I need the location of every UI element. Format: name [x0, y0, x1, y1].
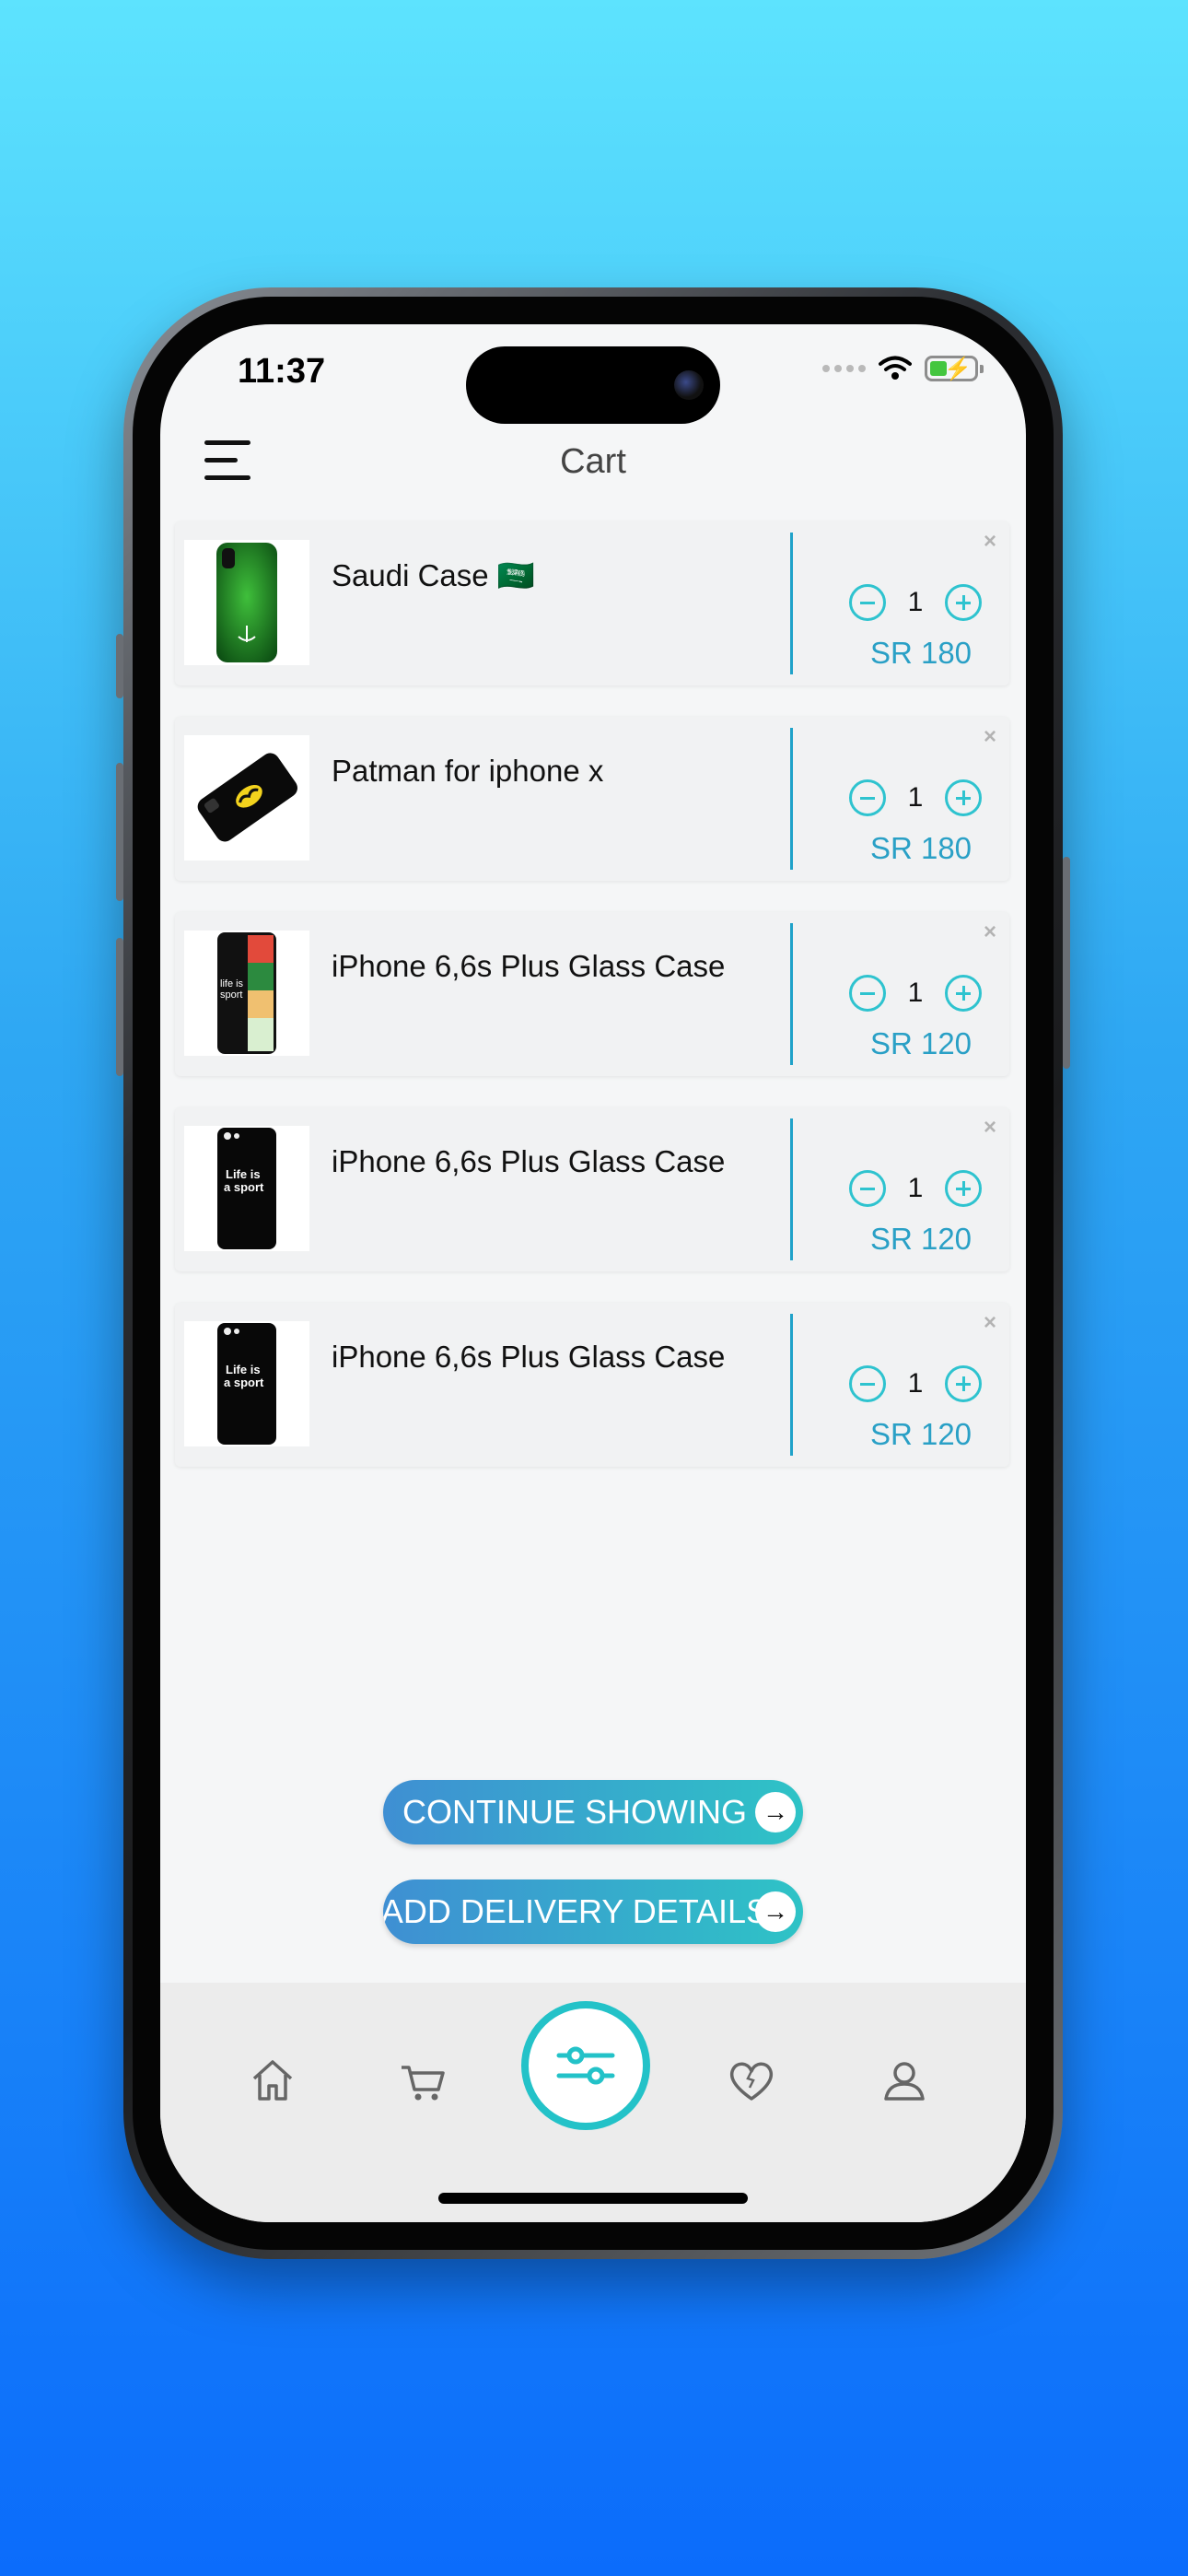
continue-showing-label: CONTINUE SHOWING: [402, 1793, 747, 1831]
svg-text:sport: sport: [220, 989, 242, 1001]
item-divider: [790, 1118, 793, 1260]
svg-text:a sport: a sport: [224, 1376, 264, 1389]
quantity-stepper: 1: [849, 1170, 982, 1207]
arrow-right-icon: →: [755, 1792, 796, 1832]
quantity-value: 1: [907, 978, 924, 1008]
cart-item[interactable]: Saudi Case 🇸🇦 × 1 SR 180: [175, 521, 1009, 685]
product-image: life is sport: [184, 931, 309, 1056]
quantity-stepper: 1: [849, 584, 982, 621]
page-title: Cart: [560, 442, 626, 481]
svg-text:life is: life is: [220, 978, 244, 989]
decrease-quantity-button[interactable]: [849, 975, 886, 1012]
tab-profile[interactable]: [877, 2053, 932, 2108]
battery-icon: ⚡: [925, 356, 984, 381]
remove-item-button[interactable]: ×: [984, 529, 996, 555]
tab-filter[interactable]: [521, 2001, 650, 2130]
tab-favorites[interactable]: [724, 2053, 779, 2108]
filter-icon: [556, 2046, 615, 2085]
quantity-value: 1: [907, 1173, 924, 1203]
volume-up-button: [116, 763, 123, 901]
product-name: Saudi Case 🇸🇦: [332, 558, 535, 592]
life-is-a-sport-case-icon: Life is a sport: [217, 1128, 276, 1249]
cart-list: Saudi Case 🇸🇦 × 1 SR 180 Patman for ipho…: [175, 521, 1009, 1498]
batman-phone-case-icon: [197, 753, 297, 842]
quantity-value: 1: [907, 587, 924, 617]
increase-quantity-button[interactable]: [945, 1365, 982, 1402]
camera-icon: [674, 370, 704, 400]
heart-icon: [729, 2062, 774, 2101]
product-image: Life is a sport: [184, 1126, 309, 1251]
bottom-tab-bar: [160, 1983, 1026, 2222]
home-icon: [252, 2060, 293, 2101]
quantity-stepper: 1: [849, 779, 982, 816]
product-image: [184, 540, 309, 665]
product-image: Life is a sport: [184, 1321, 309, 1446]
life-is-a-sport-case-icon: Life is a sport: [217, 1323, 276, 1445]
add-delivery-details-button[interactable]: ADD DELIVERY DETAILS →: [383, 1879, 803, 1944]
remove-item-button[interactable]: ×: [984, 919, 996, 945]
item-price: SR 180: [869, 831, 973, 865]
decrease-quantity-button[interactable]: [849, 1170, 886, 1207]
quantity-stepper: 1: [849, 975, 982, 1012]
product-name: iPhone 6,6s Plus Glass Case: [332, 949, 726, 983]
decrease-quantity-button[interactable]: [849, 584, 886, 621]
item-price: SR 120: [869, 1417, 973, 1451]
action-button: [116, 634, 123, 698]
profile-icon: [884, 2062, 925, 2101]
item-price: SR 120: [869, 1222, 973, 1256]
add-delivery-details-label: ADD DELIVERY DETAILS: [383, 1892, 769, 1930]
quantity-value: 1: [907, 1368, 924, 1399]
cart-item[interactable]: Life is a sport iPhone 6,6s Plus Glass C…: [175, 1107, 1009, 1271]
product-name: iPhone 6,6s Plus Glass Case: [332, 1144, 726, 1178]
item-price: SR 120: [869, 1026, 973, 1060]
increase-quantity-button[interactable]: [945, 779, 982, 816]
status-indicators: ⚡: [822, 356, 984, 381]
dynamic-island: [466, 346, 720, 424]
item-divider: [790, 533, 793, 674]
green-phone-case-icon: [216, 543, 277, 662]
svg-text:a sport: a sport: [224, 1180, 264, 1194]
item-divider: [790, 923, 793, 1065]
product-image: [184, 735, 309, 861]
remove-item-button[interactable]: ×: [984, 1310, 996, 1336]
svg-text:Life is: Life is: [226, 1167, 261, 1181]
increase-quantity-button[interactable]: [945, 975, 982, 1012]
tab-cart[interactable]: [396, 2053, 451, 2108]
cart-item[interactable]: Life is a sport iPhone 6,6s Plus Glass C…: [175, 1303, 1009, 1467]
remove-item-button[interactable]: ×: [984, 1115, 996, 1141]
cart-item[interactable]: life is sport iPhone 6,6s Plus Glass Cas…: [175, 912, 1009, 1076]
home-indicator: [438, 2193, 748, 2204]
tab-home[interactable]: [245, 2053, 300, 2108]
status-time: 11:37: [238, 352, 326, 391]
increase-quantity-button[interactable]: [945, 584, 982, 621]
collage-phone-case-icon: life is sport: [217, 932, 276, 1054]
product-name: Patman for iphone x: [332, 754, 604, 788]
power-button: [1063, 857, 1070, 1069]
item-price: SR 180: [869, 636, 973, 670]
cart-item[interactable]: Patman for iphone x × 1 SR 180: [175, 717, 1009, 881]
decrease-quantity-button[interactable]: [849, 779, 886, 816]
item-divider: [790, 728, 793, 870]
decrease-quantity-button[interactable]: [849, 1365, 886, 1402]
item-divider: [790, 1314, 793, 1456]
volume-down-button: [116, 938, 123, 1076]
product-name: iPhone 6,6s Plus Glass Case: [332, 1340, 726, 1374]
svg-text:Life is: Life is: [226, 1363, 261, 1376]
app-screen: 11:37 ⚡ Cart Saudi Case 🇸🇦 × 1 SR 180 Pa…: [160, 324, 1026, 2222]
arrow-right-icon: →: [755, 1891, 796, 1932]
wifi-icon: [879, 356, 912, 380]
signal-icon: [822, 365, 866, 372]
quantity-stepper: 1: [849, 1365, 982, 1402]
quantity-value: 1: [907, 782, 924, 813]
remove-item-button[interactable]: ×: [984, 724, 996, 750]
continue-showing-button[interactable]: CONTINUE SHOWING →: [383, 1780, 803, 1844]
increase-quantity-button[interactable]: [945, 1170, 982, 1207]
cart-icon: [402, 2066, 445, 2101]
